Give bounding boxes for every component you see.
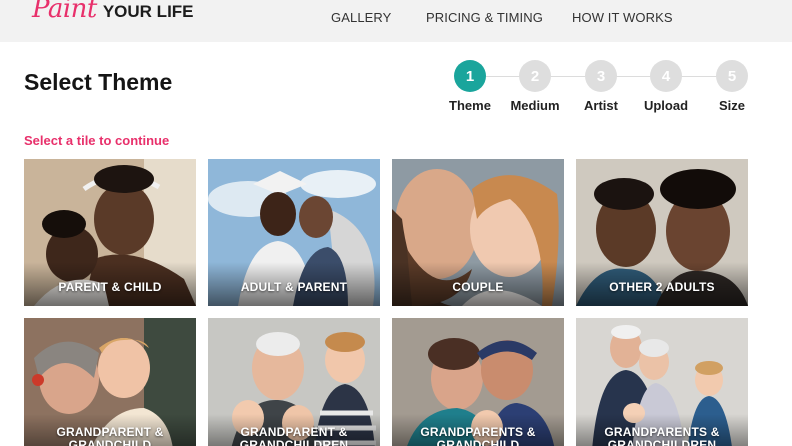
main-nav: GALLERY PRICING & TIMING HOW IT WORKS: [0, 10, 792, 26]
tile-grandparent-grandchildren[interactable]: GRANDPARENT & GRANDCHILDREN: [208, 318, 380, 446]
step-number-badge: 1: [454, 60, 486, 92]
page-title: Select Theme: [24, 69, 173, 95]
step-number-badge: 2: [519, 60, 551, 92]
step-number-badge: 5: [716, 60, 748, 92]
tile-label: GRANDPARENTS & GRANDCHILD: [420, 425, 536, 446]
tile-grandparents-grandchild[interactable]: GRANDPARENTS & GRANDCHILD: [392, 318, 564, 446]
tile-label: GRANDPARENT & GRANDCHILD: [56, 425, 164, 446]
step-label: Medium: [510, 98, 560, 113]
step-upload[interactable]: 4 Upload: [631, 60, 701, 113]
tile-label: GRANDPARENTS & GRANDCHILDREN: [604, 425, 720, 446]
nav-pricing-timing[interactable]: PRICING & TIMING: [426, 10, 543, 25]
tile-grandparent-grandchild[interactable]: GRANDPARENT & GRANDCHILD: [24, 318, 196, 446]
nav-gallery[interactable]: GALLERY: [331, 10, 391, 25]
step-label: Upload: [643, 98, 689, 113]
tile-grandparents-grandchildren[interactable]: GRANDPARENTS & GRANDCHILDREN: [576, 318, 748, 446]
tile-label: COUPLE: [452, 280, 504, 294]
step-medium[interactable]: 2 Medium: [500, 60, 570, 113]
tile-label: ADULT & PARENT: [240, 280, 348, 294]
step-artist[interactable]: 3 Artist: [566, 60, 636, 113]
tile-parent-child[interactable]: PARENT & CHILD: [24, 159, 196, 306]
tile-other-2-adults[interactable]: OTHER 2 ADULTS: [576, 159, 748, 306]
top-navigation-bar: Paint YOUR LIFE GALLERY PRICING & TIMING…: [0, 0, 792, 42]
step-number-badge: 4: [650, 60, 682, 92]
step-label: Size: [718, 98, 745, 113]
step-label: Theme: [449, 98, 491, 113]
nav-how-it-works[interactable]: HOW IT WORKS: [572, 10, 673, 25]
step-size[interactable]: 5 Size: [697, 60, 767, 113]
step-label: Artist: [584, 98, 618, 113]
tile-couple[interactable]: COUPLE: [392, 159, 564, 306]
tile-label: GRANDPARENT & GRANDCHILDREN: [239, 425, 349, 446]
tile-label: PARENT & CHILD: [58, 280, 162, 294]
select-tile-prompt: Select a tile to continue: [24, 133, 170, 148]
step-number-badge: 3: [585, 60, 617, 92]
tile-adult-parent[interactable]: ADULT & PARENT: [208, 159, 380, 306]
tile-label: OTHER 2 ADULTS: [609, 280, 715, 294]
step-theme[interactable]: 1 Theme: [435, 60, 505, 113]
